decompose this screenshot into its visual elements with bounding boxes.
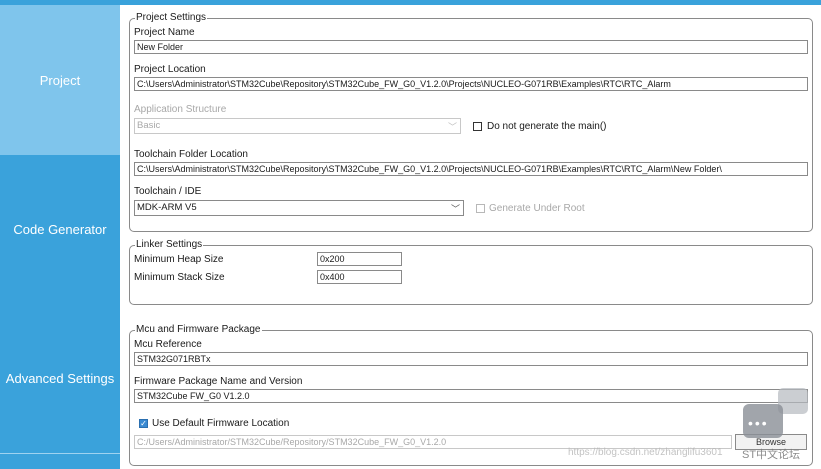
sidebar-item-label: Project	[39, 72, 81, 88]
toolchain-ide-label: Toolchain / IDE	[134, 186, 202, 197]
use-default-location-checkbox[interactable]: ✓	[139, 419, 148, 428]
generate-under-root-checkbox[interactable]	[476, 204, 485, 213]
mcu-reference-label: Mcu Reference	[134, 339, 202, 350]
app-structure-select[interactable]: Basic ﹀	[134, 118, 461, 134]
heap-size-input[interactable]: 0x200	[317, 252, 402, 266]
chevron-down-icon: ﹀	[447, 122, 457, 132]
app-structure-label: Application Structure	[134, 104, 227, 115]
mcu-reference-input[interactable]: STM32G071RBTx	[134, 352, 808, 366]
watermark-forum: ST中文论坛	[742, 449, 801, 461]
project-location-input[interactable]: C:\Users\Administrator\STM32Cube\Reposit…	[134, 77, 808, 91]
sidebar-item-more[interactable]	[0, 454, 120, 469]
group-title: Project Settings	[135, 12, 208, 23]
group-title: Linker Settings	[135, 239, 204, 250]
project-name-label: Project Name	[134, 27, 195, 38]
project-location-label: Project Location	[134, 64, 206, 75]
toolchain-ide-value: MDK-ARM V5	[137, 202, 197, 213]
sidebar-item-label: Code Generator	[13, 221, 107, 237]
dots-icon: •••	[748, 415, 769, 431]
toolchain-ide-select[interactable]: MDK-ARM V5 ﹀	[134, 200, 464, 216]
sidebar-item-project[interactable]: Project	[0, 5, 120, 155]
linker-settings-group: Linker Settings	[129, 239, 813, 305]
project-name-input[interactable]: New Folder	[134, 40, 808, 54]
sidebar-item-code-generator[interactable]: Code Generator	[0, 155, 120, 303]
no-main-label: Do not generate the main()	[487, 121, 607, 132]
sidebar-item-advanced-settings[interactable]: Advanced Settings	[0, 303, 120, 453]
use-default-location-label: Use Default Firmware Location	[152, 418, 290, 429]
firmware-package-label: Firmware Package Name and Version	[134, 376, 303, 387]
top-accent-bar	[0, 0, 821, 5]
stack-size-label: Minimum Stack Size	[134, 272, 225, 283]
generate-under-root-label: Generate Under Root	[489, 203, 585, 214]
chevron-down-icon: ﹀	[450, 204, 460, 214]
no-main-checkbox[interactable]	[473, 122, 482, 131]
firmware-package-input[interactable]: STM32Cube FW_G0 V1.2.0	[134, 389, 808, 403]
app-structure-value: Basic	[137, 120, 161, 131]
heap-size-label: Minimum Heap Size	[134, 254, 224, 265]
watermark-url: https://blog.csdn.net/zhanglifu3601	[568, 447, 723, 458]
group-title: Mcu and Firmware Package	[135, 324, 262, 335]
stack-size-input[interactable]: 0x400	[317, 270, 402, 284]
sidebar: Project Code Generator Advanced Settings	[0, 5, 120, 469]
sidebar-item-label: Advanced Settings	[5, 370, 115, 386]
toolchain-folder-input[interactable]: C:\Users\Administrator\STM32Cube\Reposit…	[134, 162, 808, 176]
check-icon: ✓	[140, 419, 147, 428]
toolchain-folder-label: Toolchain Folder Location	[134, 149, 248, 160]
